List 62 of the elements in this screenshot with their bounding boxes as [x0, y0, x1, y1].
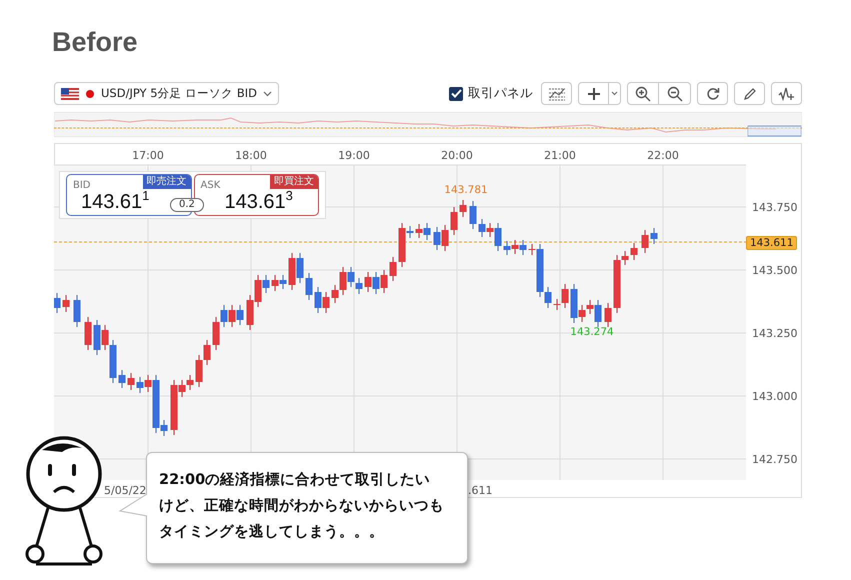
- symbol-dropdown[interactable]: USD/JPY 5分足 ローソク BID: [54, 82, 279, 105]
- candlestick: [74, 294, 80, 328]
- heading: Before: [52, 26, 139, 59]
- speech-text: 22:00の経済指標に合わせて取引したい けど、正確な時間がわからないからいつも タイミングを逃してしまう。。。: [159, 470, 445, 542]
- add-indicator-button[interactable]: [771, 82, 802, 105]
- spread-pill: 0.2: [170, 198, 204, 212]
- time-axis-label: 21:00: [544, 149, 576, 162]
- ask-label: ASK: [200, 180, 220, 191]
- candlestick: [604, 302, 612, 328]
- time-axis-label: 22:00: [647, 149, 679, 162]
- zoom-in-icon: [635, 86, 651, 102]
- price-axis-label: 142.750: [752, 453, 798, 466]
- pencil-icon: [742, 86, 756, 100]
- candlestick: [306, 272, 312, 300]
- date-label: 5/05/22: [104, 484, 146, 497]
- candlestick: [470, 200, 476, 230]
- zoom-out-button[interactable]: [659, 82, 691, 105]
- candlestick: [650, 228, 658, 244]
- trade-panel-checkbox[interactable]: 取引パネル: [449, 85, 533, 102]
- bid-price: 143.61$^{1}$: [81, 188, 150, 213]
- time-axis-label: 19:00: [338, 149, 370, 162]
- checkbox[interactable]: [449, 86, 463, 100]
- time-axis-label: 17:00: [132, 149, 164, 162]
- current-price-tag: 143.611: [746, 236, 798, 250]
- candlestick: [450, 206, 458, 236]
- price-label: .611: [468, 484, 492, 497]
- high-price-label: 143.781: [444, 184, 488, 196]
- zoom-out-icon: [666, 86, 682, 102]
- candlestick: [62, 294, 70, 312]
- add-menu-button[interactable]: [609, 82, 621, 105]
- time-axis-label: 20:00: [441, 149, 473, 162]
- price-axis-label: 143.250: [752, 327, 798, 340]
- candlestick: [460, 200, 466, 218]
- us-flag-icon: [61, 88, 79, 100]
- wave-plus-icon: [778, 86, 796, 100]
- candlestick: [54, 292, 60, 314]
- plus-icon: [586, 86, 600, 100]
- pencil-button[interactable]: [734, 82, 765, 105]
- candlestick: [642, 230, 648, 254]
- candlestick: [84, 316, 92, 350]
- time-axis-label: 18:00: [235, 149, 267, 162]
- price-axis-label: 143.500: [752, 264, 798, 277]
- low-price-label: 143.274: [570, 326, 614, 338]
- japan-flag-icon: [84, 88, 96, 100]
- candlestick: [630, 242, 638, 260]
- chevron-down-icon: [611, 91, 618, 96]
- sell-order-button[interactable]: 即売注文: [142, 175, 190, 189]
- add-button[interactable]: [578, 82, 609, 105]
- indicator-lines-button[interactable]: [541, 82, 572, 105]
- bid-label: BID: [73, 180, 91, 191]
- price-axis-label: 143.750: [752, 201, 798, 214]
- candlestick: [128, 372, 134, 390]
- candlestick: [118, 370, 126, 388]
- chevron-down-icon: [263, 90, 272, 96]
- refresh-icon: [706, 86, 720, 100]
- price-axis-label: 143.000: [752, 390, 798, 403]
- buy-order-button[interactable]: 即買注文: [270, 175, 318, 189]
- zoom-in-button[interactable]: [627, 82, 659, 105]
- refresh-button[interactable]: [697, 82, 728, 105]
- candlestick: [390, 256, 396, 282]
- ask-price: 143.61$^{3}$: [224, 187, 293, 213]
- chart-lines-icon: [548, 86, 566, 100]
